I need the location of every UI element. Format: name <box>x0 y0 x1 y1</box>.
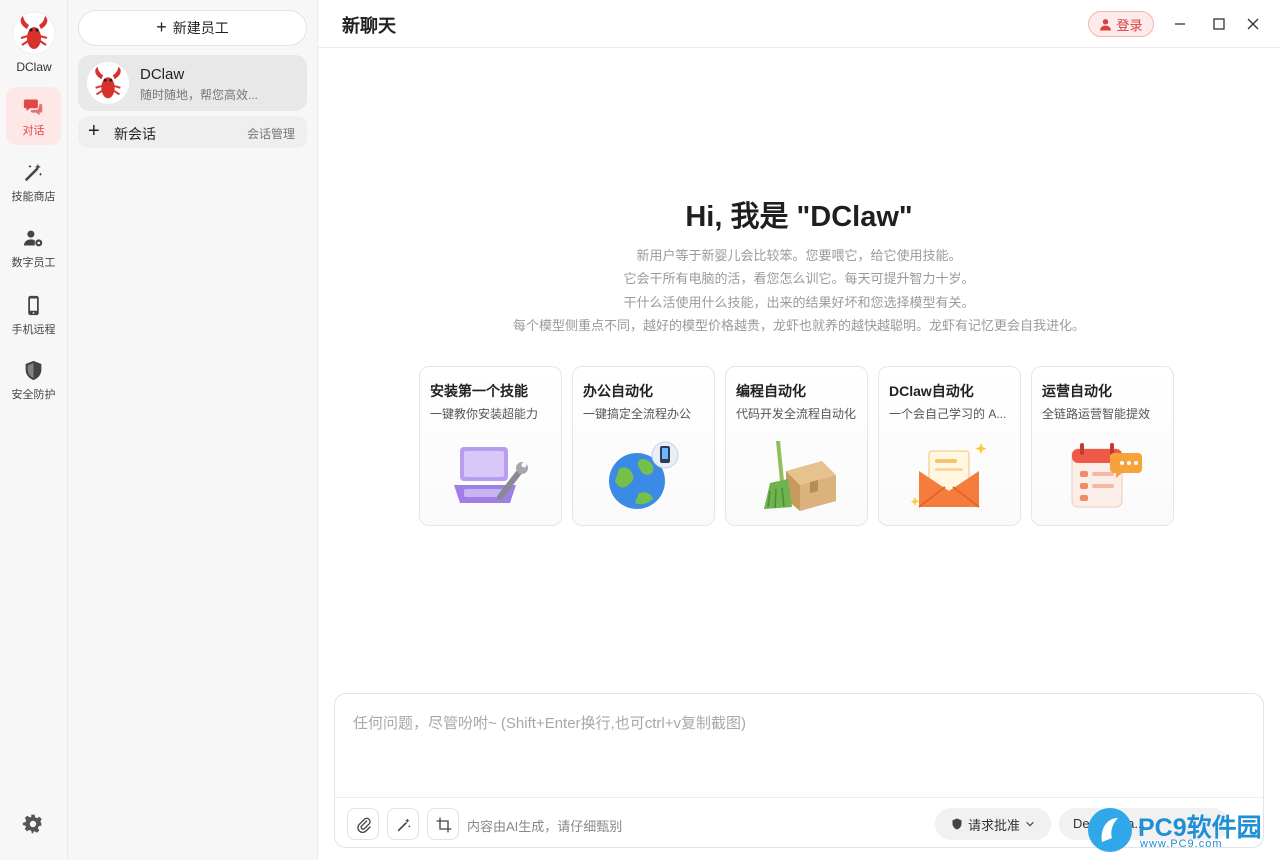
crop-icon <box>436 817 452 833</box>
watermark-logo-icon <box>1088 808 1132 852</box>
shield-icon <box>25 360 42 381</box>
laptop-wrench-icon <box>454 447 528 503</box>
maximize-icon[interactable] <box>1209 14 1229 34</box>
employee-name: DClaw <box>140 66 185 83</box>
nav-item-phone-remote[interactable]: 手机远程 <box>6 286 61 344</box>
lobster-logo-icon <box>12 11 56 55</box>
ai-disclaimer: 内容由AI生成，请仔细甄别 <box>467 819 623 834</box>
card-title: DClaw自动化 <box>889 383 974 399</box>
paperclip-icon <box>357 817 371 833</box>
card-description: 代码开发全流程自动化 <box>736 407 857 421</box>
employee-item[interactable]: DClaw 随时随地，帮您高效... <box>78 55 307 111</box>
nav-item-digital-staff[interactable]: 数字员工 <box>6 219 61 277</box>
new-employee-button[interactable]: + 新建员工 <box>78 10 307 46</box>
chat-icon <box>23 99 43 116</box>
watermark: PC9软件园 www.PC9.com <box>1088 806 1276 854</box>
envelope-icon <box>910 443 987 508</box>
intro-line: 它会干所有电脑的活，看您怎么训它。每天可提升智力十岁。 <box>623 271 975 287</box>
card-description: 一个会自己学习的 A... <box>889 407 1007 421</box>
broom-box-icon <box>764 441 836 511</box>
nav-item-label: 安全防护 <box>11 389 56 401</box>
gear-icon[interactable] <box>22 813 44 835</box>
nav-item-label: 对话 <box>22 125 45 137</box>
avatar <box>87 62 129 104</box>
login-label: 登录 <box>1116 17 1143 33</box>
crop-screenshot-button[interactable] <box>427 808 459 840</box>
nav-item-label: 手机远程 <box>11 324 56 336</box>
shield-icon <box>952 818 962 830</box>
intro-line: 干什么活使用什么技能，出来的结果好坏和您选择模型有关。 <box>623 294 975 310</box>
approval-label: 请求批准 <box>967 817 1020 833</box>
plus-icon[interactable]: + <box>88 120 100 143</box>
globe-phone-icon <box>609 441 679 509</box>
page-title: 新聊天 <box>342 16 396 36</box>
quick-start-cards: 安装第一个技能 一键教你安装超能力 办公自动化 一键搞定全流程办公 编程自动化 … <box>419 366 1179 526</box>
close-icon[interactable] <box>1243 14 1263 34</box>
magic-button[interactable] <box>387 808 419 840</box>
new-chat-button[interactable]: 新会话 <box>114 124 156 144</box>
attach-button[interactable] <box>347 808 379 840</box>
card-install-skill[interactable]: 安装第一个技能 一键教你安装超能力 <box>419 366 562 526</box>
approval-dropdown[interactable]: 请求批准 <box>935 808 1051 840</box>
card-description: 一键教你安装超能力 <box>430 407 539 421</box>
message-input[interactable] <box>335 694 1263 798</box>
employee-panel: + 新建员工 DClaw 随时随地，帮您高效... + 新会话 会话管理 <box>68 0 318 860</box>
plus-icon: + <box>156 17 167 37</box>
lobster-avatar-icon <box>95 66 121 99</box>
card-operations-automation[interactable]: 运营自动化 全链路运营智能提效 <box>1031 366 1174 526</box>
card-office-automation[interactable]: 办公自动化 一键搞定全流程办公 <box>572 366 715 526</box>
login-button[interactable]: 登录 <box>1088 11 1154 37</box>
card-title: 安装第一个技能 <box>430 383 528 399</box>
user-gear-icon <box>23 230 43 247</box>
card-title: 运营自动化 <box>1042 383 1112 399</box>
chevron-down-icon <box>1026 821 1034 827</box>
phone-icon <box>28 295 39 316</box>
magic-wand-icon <box>25 163 43 181</box>
welcome-heading: Hi, 我是 "DClaw" <box>685 201 913 233</box>
card-description: 全链路运营智能提效 <box>1042 407 1151 421</box>
watermark-url: www.PC9.com <box>1140 838 1223 850</box>
nav-item-chat[interactable]: 对话 <box>6 87 61 145</box>
manage-chats-link[interactable]: 会话管理 <box>247 125 295 142</box>
title-bar: 新聊天 登录 <box>318 0 1280 48</box>
app-window: DClaw 对话 技能商店 数字员工 手机远程 安全防护 + 新建员工 DCla… <box>0 0 1280 860</box>
card-coding-automation[interactable]: 编程自动化 代码开发全流程自动化 <box>725 366 868 526</box>
welcome-intro: 新用户等于新婴儿会比较笨。您要喂它，给它使用技能。 它会干所有电脑的活，看您怎么… <box>318 244 1280 337</box>
nav-item-label: 技能商店 <box>11 191 56 203</box>
new-chat-row: + 新会话 会话管理 <box>78 116 307 148</box>
nav-item-skill-store[interactable]: 技能商店 <box>6 153 61 211</box>
nav-rail: DClaw 对话 技能商店 数字员工 手机远程 安全防护 <box>0 0 68 860</box>
card-title: 办公自动化 <box>583 383 653 399</box>
employee-description: 随时随地，帮您高效... <box>140 88 259 102</box>
intro-line: 新用户等于新婴儿会比较笨。您要喂它，给它使用技能。 <box>636 248 962 263</box>
brand-name: DClaw <box>16 60 52 74</box>
main-panel: 新聊天 登录 Hi, 我是 "DClaw" 新用户等于新婴儿会比较笨。您要喂它，… <box>318 0 1280 860</box>
nav-item-label: 数字员工 <box>11 257 56 269</box>
magic-wand-icon <box>397 818 411 832</box>
new-employee-label: 新建员工 <box>172 20 229 36</box>
minimize-icon[interactable] <box>1170 14 1190 34</box>
card-title: 编程自动化 <box>736 383 806 399</box>
calendar-chat-icon <box>1071 443 1142 508</box>
nav-item-security[interactable]: 安全防护 <box>6 351 61 409</box>
card-dclaw-automation[interactable]: DClaw自动化 一个会自己学习的 A... <box>878 366 1021 526</box>
card-description: 一键搞定全流程办公 <box>583 407 692 421</box>
user-icon <box>1100 18 1112 30</box>
intro-line: 每个模型侧重点不同，越好的模型价格越贵，龙虾也就养的越快越聪明。龙虾有记忆更会自… <box>512 317 1085 333</box>
